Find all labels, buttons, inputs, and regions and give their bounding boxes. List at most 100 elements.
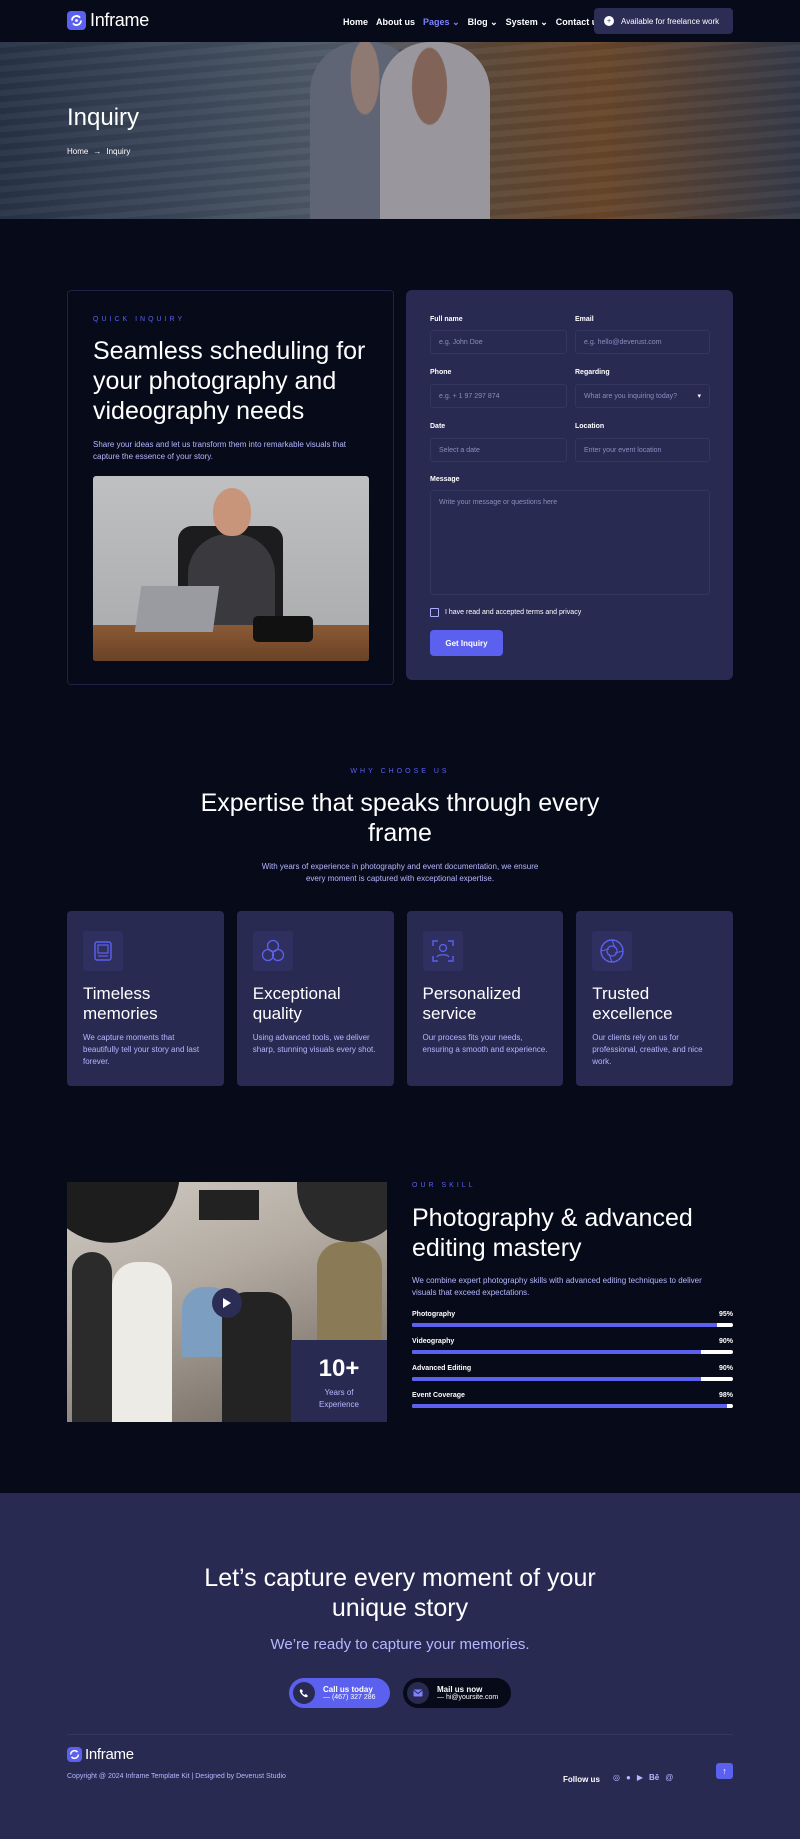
social-links: ◎ ● ▶ Bē @ xyxy=(613,1773,673,1782)
plus-icon: + xyxy=(604,16,614,26)
skill-name: Videography xyxy=(412,1338,455,1345)
phone-icon xyxy=(293,1682,315,1704)
terms-checkbox[interactable] xyxy=(430,608,439,617)
mail-us-button[interactable]: Mail us now — hi@yoursite.com xyxy=(403,1678,511,1708)
play-icon xyxy=(223,1298,231,1308)
why-title: Expertise that speaks through every fram… xyxy=(200,789,600,847)
photo-softbox xyxy=(199,1190,259,1220)
facebook-icon[interactable]: ● xyxy=(626,1773,631,1782)
photo-umbrella xyxy=(67,1182,193,1256)
feature-title: Trusted excellence xyxy=(592,984,673,1024)
regarding-label: Regarding xyxy=(575,369,610,376)
brand-name: Inframe xyxy=(90,10,149,30)
availability-label: Available for freelance work xyxy=(621,16,720,26)
skill-bar-row: Videography 90% xyxy=(412,1338,733,1354)
full-name-input[interactable]: e.g. John Doe xyxy=(430,330,567,354)
call-number: — (467) 327 286 xyxy=(323,1694,376,1701)
chevron-down-icon: ⌄ xyxy=(540,17,548,27)
experience-stat: 10+ Years of Experience xyxy=(291,1340,387,1422)
feature-card: Trusted excellence Our clients rely on u… xyxy=(576,911,733,1086)
feature-text: Our clients rely on us for professional,… xyxy=(592,1033,703,1066)
call-title: Call us today xyxy=(323,1685,373,1694)
arrow-right-icon: → xyxy=(93,147,102,156)
email-label: Email xyxy=(575,316,594,323)
aperture-icon xyxy=(592,931,633,971)
footer-brand-name: Inframe xyxy=(85,1746,134,1763)
why-eyebrow: WHY CHOOSE US xyxy=(350,768,450,775)
terms-row: I have read and accepted terms and priva… xyxy=(430,608,581,617)
phone-label: Phone xyxy=(430,369,452,376)
call-us-button[interactable]: Call us today — (467) 327 286 xyxy=(289,1678,390,1708)
skill-track xyxy=(412,1404,733,1408)
experience-value: 10+ xyxy=(318,1355,360,1382)
full-name-label: Full name xyxy=(430,316,463,323)
breadcrumb: Home → Inquiry xyxy=(67,147,130,156)
cta-footer-section: Let’s capture every moment of your uniqu… xyxy=(0,1493,800,1839)
inquiry-eyebrow: QUICK INQUIRY xyxy=(93,316,186,323)
skill-fill xyxy=(412,1323,717,1327)
inquiry-form: Full name e.g. John Doe Email e.g. hello… xyxy=(406,290,733,680)
skill-track xyxy=(412,1350,733,1354)
play-video-button[interactable] xyxy=(212,1288,242,1318)
nav-item-blog-label: Blog xyxy=(467,17,488,27)
feature-text: Using advanced tools, we deliver sharp, … xyxy=(252,1033,376,1054)
message-textarea[interactable]: Write your message or questions here xyxy=(430,490,710,595)
copyright-text: Copyright @ 2024 Inframe Template Kit | … xyxy=(67,1773,286,1780)
inquiry-description: Share your ideas and let us transform th… xyxy=(93,440,347,461)
youtube-icon[interactable]: ▶ xyxy=(637,1773,643,1782)
breadcrumb-home[interactable]: Home xyxy=(67,147,88,156)
nav-item-pages-label: Pages xyxy=(423,17,450,27)
nav-item-home[interactable]: Home xyxy=(343,17,368,28)
footer-logo[interactable]: Inframe xyxy=(67,1746,134,1763)
date-label: Date xyxy=(430,423,446,430)
photo-person xyxy=(112,1262,172,1422)
brand-logo[interactable]: Inframe xyxy=(67,10,149,31)
behance-icon[interactable]: Bē xyxy=(649,1773,659,1782)
skill-eyebrow: OUR SKILL xyxy=(412,1182,476,1189)
feature-text: We capture moments that beautifully tell… xyxy=(83,1033,200,1066)
photo-head xyxy=(213,488,251,536)
skill-track xyxy=(412,1323,733,1327)
availability-button[interactable]: + Available for freelance work xyxy=(594,8,733,34)
nav-item-system-label: System xyxy=(505,17,538,27)
photo-laptop xyxy=(134,586,220,632)
skill-bar-row: Photography 95% xyxy=(412,1311,733,1327)
skill-name: Event Coverage xyxy=(412,1392,465,1399)
location-label: Location xyxy=(575,423,605,430)
studio-photo: 10+ Years of Experience xyxy=(67,1182,387,1422)
get-inquiry-button[interactable]: Get Inquiry xyxy=(430,630,503,656)
skill-track xyxy=(412,1377,733,1381)
nav-item-pages[interactable]: Pages ⌄ xyxy=(423,17,460,28)
instagram-icon[interactable]: ◎ xyxy=(613,1773,620,1782)
message-label: Message xyxy=(430,476,460,483)
back-to-top-button[interactable]: ↑ xyxy=(716,1763,733,1779)
feature-title: Exceptional quality xyxy=(252,984,341,1024)
mail-address: — hi@yoursite.com xyxy=(437,1694,499,1701)
date-input[interactable]: Select a date xyxy=(430,438,567,462)
photo-umbrella xyxy=(297,1182,387,1242)
logo-mark-icon xyxy=(67,11,86,30)
skill-percent: 98% xyxy=(718,1392,733,1399)
nav-item-blog[interactable]: Blog ⌄ xyxy=(468,17,498,28)
regarding-select[interactable]: What are you inquiring today? xyxy=(575,384,710,408)
skill-percent: 90% xyxy=(718,1338,733,1345)
inquiry-intro-panel: QUICK INQUIRY Seamless scheduling for yo… xyxy=(67,290,394,685)
main-menu: Home About us Pages ⌄ Blog ⌄ System ⌄ Co… xyxy=(343,17,602,28)
skill-name: Advanced Editing xyxy=(412,1365,472,1372)
skill-fill xyxy=(412,1350,701,1354)
follow-label: Follow us xyxy=(563,1775,600,1784)
nav-item-about[interactable]: About us xyxy=(376,17,415,28)
phone-input[interactable]: e.g. + 1 97 297 874 xyxy=(430,384,567,408)
location-input[interactable]: Enter your event location xyxy=(575,438,710,462)
chevron-down-icon: ⌄ xyxy=(490,17,498,27)
arrow-up-icon: ↑ xyxy=(722,1766,727,1776)
mail-icon xyxy=(407,1682,429,1704)
skill-fill xyxy=(412,1404,727,1408)
threads-icon[interactable]: @ xyxy=(665,1773,673,1782)
breadcrumb-current: Inquiry xyxy=(106,147,131,156)
nav-item-system[interactable]: System ⌄ xyxy=(506,17,548,28)
email-input[interactable]: e.g. hello@deverust.com xyxy=(575,330,710,354)
feature-title: Personalized service xyxy=(422,984,521,1024)
feature-text: Our process fits your needs, ensuring a … xyxy=(422,1033,548,1054)
experience-label: Years of Experience xyxy=(318,1388,360,1409)
